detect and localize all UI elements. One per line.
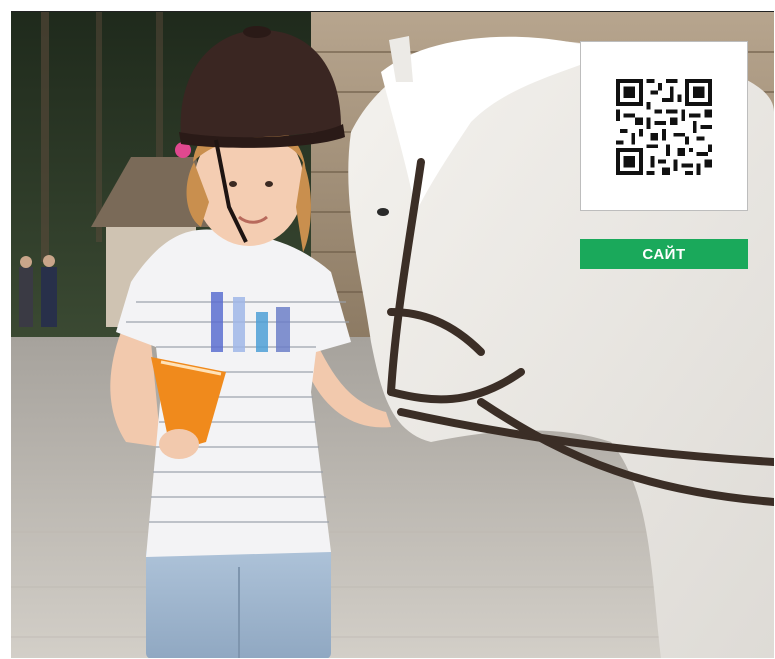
qr-card	[580, 41, 748, 211]
site-button[interactable]: САЙТ	[580, 239, 748, 269]
qr-code-icon[interactable]	[616, 79, 712, 175]
photo-frame: САЙТ	[11, 11, 774, 658]
